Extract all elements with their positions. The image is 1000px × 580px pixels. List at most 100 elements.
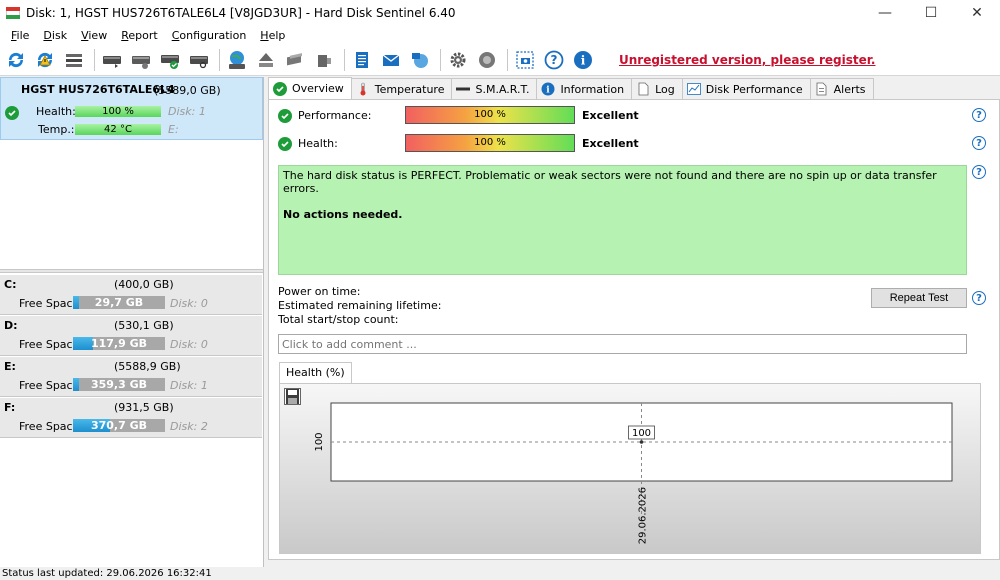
free-space-label: Free Space	[19, 379, 80, 392]
smart-icon	[456, 82, 471, 96]
volume-size: (5588,9 GB)	[114, 360, 181, 373]
disk-list-icon[interactable]	[61, 47, 87, 73]
external-disk-icon[interactable]	[282, 47, 308, 73]
tab-smart[interactable]: S.M.A.R.T.	[451, 78, 538, 99]
disk-temp-bar: 42 °C	[75, 124, 161, 135]
tab-label: Log	[655, 82, 675, 96]
network-icon[interactable]	[407, 47, 433, 73]
disk-health-bar: 100 %	[75, 106, 161, 117]
health-help-icon[interactable]: ?	[972, 136, 986, 150]
tab-label: Temperature	[374, 82, 445, 96]
toolbar-separator	[94, 49, 95, 71]
free-space-value: 117,9 GB	[90, 337, 148, 350]
action-message: No actions needed.	[283, 208, 403, 221]
status-bar: Status last updated: 29.06.2026 16:32:41	[0, 567, 1000, 580]
eject-icon[interactable]	[253, 47, 279, 73]
volume-card-c[interactable]: C: (400,0 GB) Free Space 29,7 GB Disk: 0	[0, 275, 262, 315]
volume-disk: Disk: 2	[170, 420, 208, 433]
free-space-bar: 29,7 GB	[73, 296, 165, 309]
repeat-help-icon[interactable]: ?	[972, 291, 986, 305]
app-icon	[6, 7, 20, 19]
email-icon[interactable]	[378, 47, 404, 73]
health-bar: 100 %	[405, 134, 575, 152]
disk-check-icon[interactable]	[157, 47, 183, 73]
volume-letter: C:	[4, 278, 17, 291]
free-space-value: 29,7 GB	[94, 296, 144, 309]
report-icon[interactable]	[349, 47, 375, 73]
minimize-button[interactable]: —	[862, 0, 908, 26]
globe-disk-icon[interactable]	[224, 47, 250, 73]
performance-help-icon[interactable]: ?	[972, 108, 986, 122]
info-icon[interactable]: i	[570, 47, 596, 73]
performance-ok-icon	[278, 109, 292, 123]
svg-text:i: i	[547, 86, 551, 96]
data-label: 100	[632, 428, 651, 439]
disk-temp-drive: E:	[168, 123, 179, 136]
tab-log[interactable]: Log	[631, 78, 683, 99]
toolbar-separator	[219, 49, 220, 71]
disk-search-icon[interactable]	[186, 47, 212, 73]
chart-tab-health[interactable]: Health (%)	[279, 362, 352, 383]
health-rating: Excellent	[582, 137, 639, 150]
info-icon: i	[541, 82, 555, 96]
tab-strip: Overview Temperature S.M.A.R.T. i Inform…	[268, 77, 874, 99]
tab-alerts[interactable]: Alerts	[809, 78, 874, 99]
startstop-label: Total start/stop count:	[278, 313, 399, 326]
volume-card-e[interactable]: E: (5588,9 GB) Free Space 359,3 GB Disk:…	[0, 357, 262, 397]
disk-card[interactable]: HGST HUS726T6TALE6L4 (5589,0 GB) Health:…	[0, 77, 263, 140]
refresh-icon[interactable]	[3, 47, 29, 73]
close-button[interactable]: ✕	[954, 0, 1000, 26]
chart-icon	[686, 82, 701, 96]
free-space-label: Free Space	[19, 338, 80, 351]
performance-bar: 100 %	[405, 106, 575, 124]
tab-disk-performance[interactable]: Disk Performance	[681, 78, 811, 99]
free-space-value: 370,7 GB	[90, 419, 148, 432]
disk-health-label: Health:	[36, 105, 76, 118]
disk-ok-icon	[5, 106, 19, 120]
volume-card-f[interactable]: F: (931,5 GB) Free Space 370,7 GB Disk: …	[0, 398, 262, 438]
panel-divider[interactable]	[0, 269, 263, 273]
disk-ref: Disk: 1	[168, 105, 206, 118]
power-on-label: Power on time:	[278, 285, 361, 298]
tab-label: S.M.A.R.T.	[475, 82, 530, 96]
volume-size: (400,0 GB)	[114, 278, 174, 291]
lifetime-label: Estimated remaining lifetime:	[278, 299, 442, 312]
maximize-button[interactable]: ☐	[908, 0, 954, 26]
svg-text:?: ?	[551, 53, 558, 67]
status-help-icon[interactable]: ?	[972, 165, 986, 179]
menu-bar: File Disk View Report Configuration Help	[0, 26, 1000, 45]
menu-view[interactable]: View	[74, 29, 114, 42]
tab-label: Overview	[292, 82, 344, 95]
unregistered-link[interactable]: Unregistered version, please register.	[619, 53, 876, 67]
tab-temperature[interactable]: Temperature	[350, 78, 453, 99]
health-label: Health:	[298, 137, 338, 150]
usb-disk-icon[interactable]	[311, 47, 337, 73]
gear-icon[interactable]	[445, 47, 471, 73]
health-chart: 100 29.06.2026 100	[279, 383, 981, 554]
menu-disk[interactable]: Disk	[36, 29, 74, 42]
menu-help[interactable]: Help	[253, 29, 292, 42]
tab-information[interactable]: i Information	[536, 78, 633, 99]
disk-icon[interactable]	[99, 47, 125, 73]
status-message: The hard disk status is PERFECT. Problem…	[283, 169, 937, 195]
data-point	[639, 440, 644, 444]
screenshot-icon[interactable]	[512, 47, 538, 73]
volume-card-d[interactable]: D: (530,1 GB) Free Space 117,9 GB Disk: …	[0, 316, 262, 356]
repeat-test-button[interactable]: Repeat Test	[871, 288, 967, 308]
menu-configuration[interactable]: Configuration	[165, 29, 254, 42]
overview-panel: Performance: 100 % Excellent ? Health: 1…	[268, 99, 1000, 560]
help-icon[interactable]: ?	[541, 47, 567, 73]
volume-letter: E:	[4, 360, 16, 373]
tab-label: Disk Performance	[705, 82, 803, 96]
toolbar-separator	[440, 49, 441, 71]
disk-temp-label: Temp.:	[38, 123, 75, 136]
menu-report[interactable]: Report	[114, 29, 164, 42]
disk-test-icon[interactable]	[128, 47, 154, 73]
refresh-warning-icon[interactable]	[32, 47, 58, 73]
menu-file[interactable]: File	[4, 29, 36, 42]
comment-input[interactable]	[278, 334, 967, 354]
speaker-icon[interactable]	[474, 47, 500, 73]
tab-overview[interactable]: Overview	[268, 77, 352, 99]
y-tick-label: 100	[314, 432, 325, 451]
free-space-label: Free Space	[19, 297, 80, 310]
